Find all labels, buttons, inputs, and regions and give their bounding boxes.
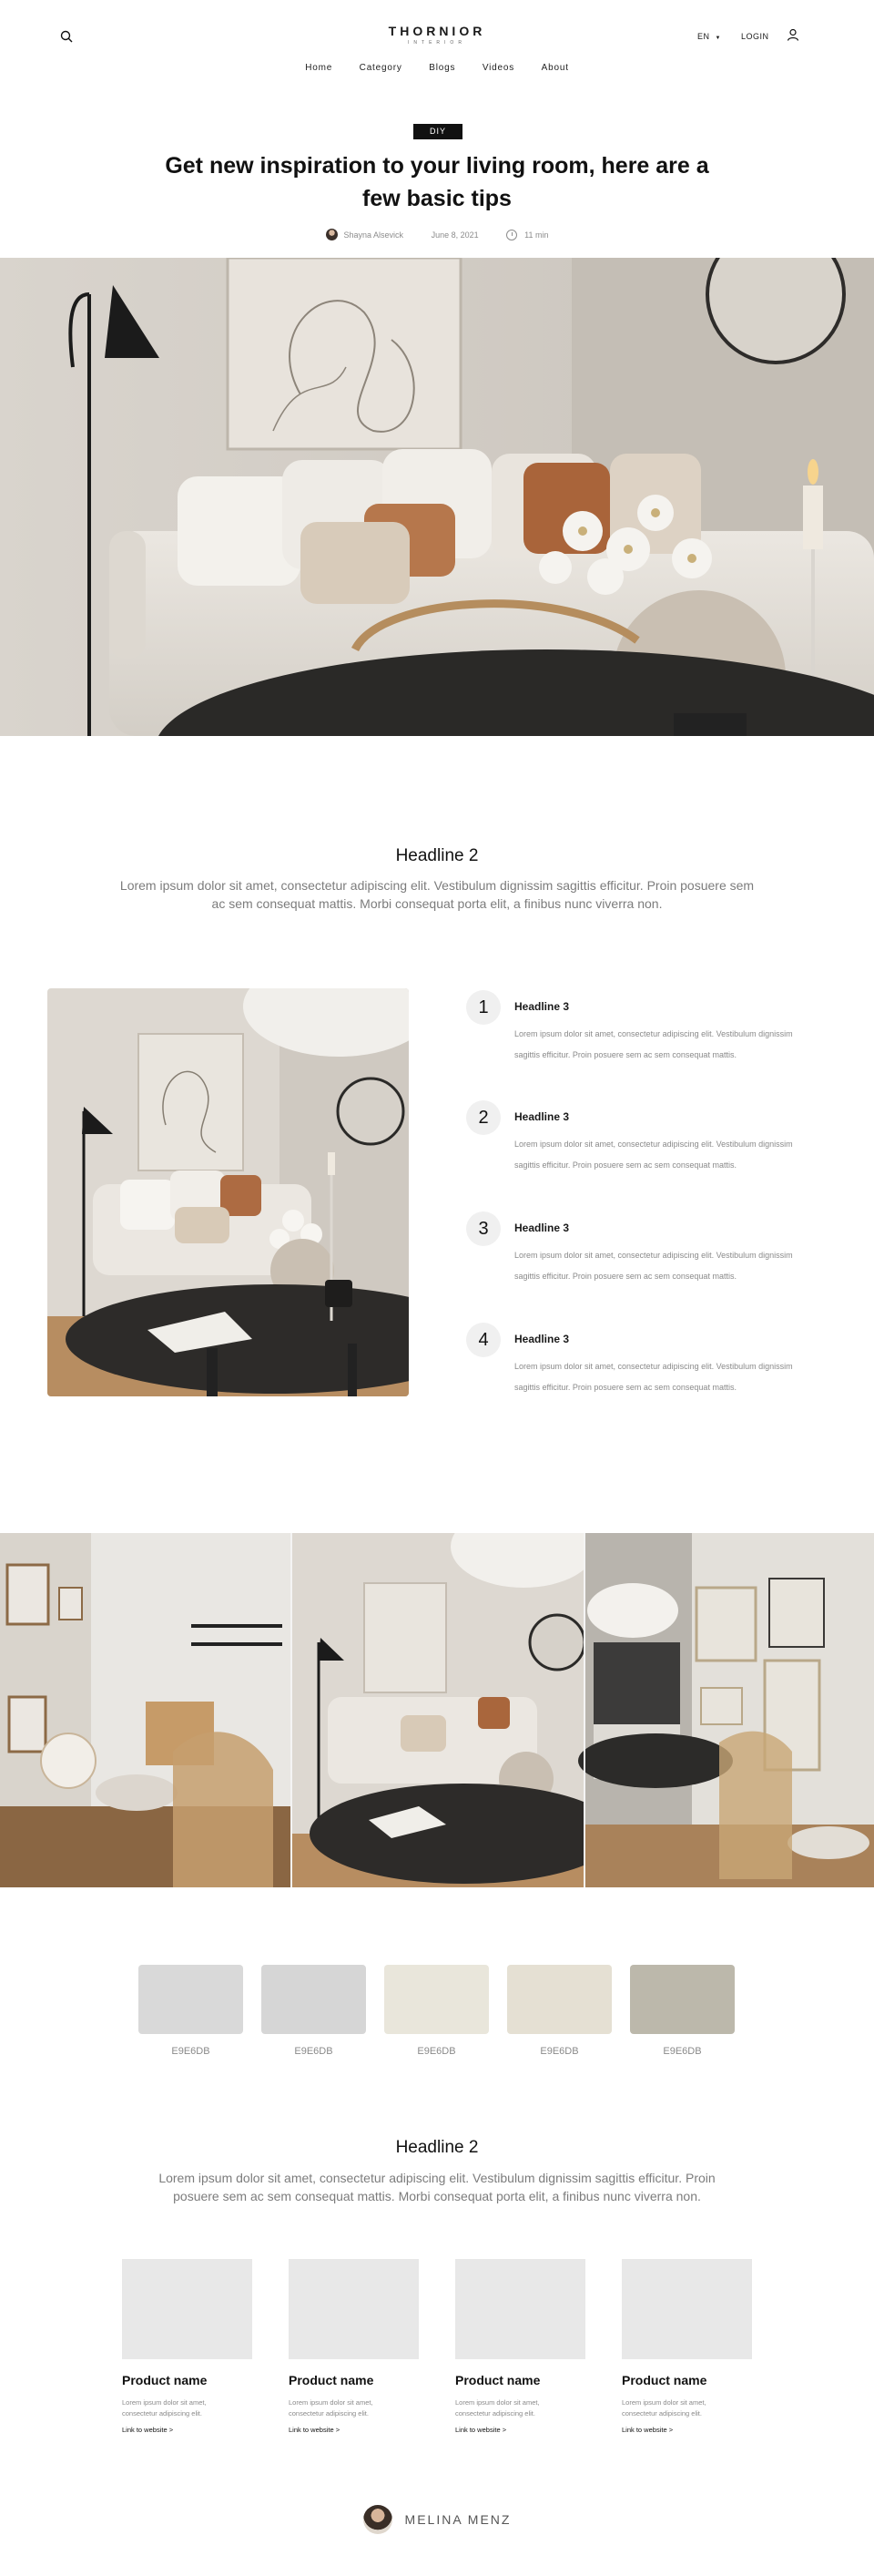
product-description: Lorem ipsum dolor sit amet, consectetur … bbox=[122, 2398, 207, 2418]
color-swatch[interactable] bbox=[138, 1965, 243, 2034]
product-image[interactable] bbox=[455, 2259, 585, 2359]
product-image[interactable] bbox=[122, 2259, 252, 2359]
section-headline: Headline 2 bbox=[395, 846, 479, 865]
product-image[interactable] bbox=[622, 2259, 752, 2359]
swatch-label: E9E6DB bbox=[663, 2046, 702, 2057]
color-swatch[interactable] bbox=[507, 1965, 612, 2034]
step-headline: Headline 3 bbox=[514, 1110, 570, 1123]
product-description: Lorem ipsum dolor sit amet, consectetur … bbox=[455, 2398, 540, 2418]
clock-icon bbox=[506, 229, 518, 240]
color-swatch[interactable] bbox=[384, 1965, 489, 2034]
step-text: Lorem ipsum dolor sit amet, consectetur … bbox=[514, 1029, 793, 1059]
article-read-time: 11 min bbox=[506, 229, 549, 240]
section-intro-text: Lorem ipsum dolor sit amet, consectetur … bbox=[119, 878, 755, 911]
step-number: 2 bbox=[466, 1100, 501, 1135]
author-name: Shayna Alsevick bbox=[343, 230, 404, 240]
nav-home[interactable]: Home bbox=[305, 63, 332, 73]
color-swatch[interactable] bbox=[261, 1965, 366, 2034]
article-date: June 8, 2021 bbox=[431, 230, 479, 240]
language-label: EN bbox=[697, 32, 710, 41]
product-link[interactable]: Link to website > bbox=[122, 2426, 173, 2434]
nav-videos[interactable]: Videos bbox=[483, 63, 514, 73]
step-headline: Headline 3 bbox=[514, 1333, 570, 1345]
language-selector[interactable]: EN ▼ bbox=[697, 32, 721, 41]
product-link[interactable]: Link to website > bbox=[455, 2426, 506, 2434]
product-image[interactable] bbox=[289, 2259, 419, 2359]
step-text: Lorem ipsum dolor sit amet, consectetur … bbox=[514, 1251, 793, 1281]
product-name: Product name bbox=[455, 2373, 541, 2387]
main-nav: Home Category Blogs Videos About bbox=[0, 63, 874, 73]
nav-blogs[interactable]: Blogs bbox=[429, 63, 455, 73]
site-header: THORNIOR INTERIOR EN ▼ LOGIN Home Catego… bbox=[0, 0, 874, 84]
author-avatar bbox=[325, 229, 338, 240]
category-badge[interactable]: DIY bbox=[413, 124, 462, 139]
hero-image bbox=[0, 258, 874, 736]
author-footer[interactable]: MELINA MENZ bbox=[0, 2505, 874, 2534]
gallery-photos bbox=[0, 1533, 874, 1887]
room-image bbox=[47, 988, 409, 1396]
article-author[interactable]: Shayna Alsevick bbox=[325, 229, 404, 240]
product-description: Lorem ipsum dolor sit amet, consectetur … bbox=[622, 2398, 706, 2418]
swatch-label: E9E6DB bbox=[417, 2046, 456, 2057]
nav-about[interactable]: About bbox=[542, 63, 569, 73]
user-icon[interactable] bbox=[787, 28, 799, 41]
chevron-down-icon: ▼ bbox=[715, 36, 721, 41]
swatch-label: E9E6DB bbox=[171, 2046, 210, 2057]
article-meta: Shayna Alsevick June 8, 2021 11 min bbox=[0, 229, 874, 240]
step-number: 1 bbox=[466, 990, 501, 1025]
nav-category[interactable]: Category bbox=[360, 63, 402, 73]
color-swatch[interactable] bbox=[630, 1965, 735, 2034]
step-headline: Headline 3 bbox=[514, 1222, 570, 1234]
dining-room-photo bbox=[47, 988, 409, 1396]
step-text: Lorem ipsum dolor sit amet, consectetur … bbox=[514, 1362, 793, 1392]
product-description: Lorem ipsum dolor sit amet, consectetur … bbox=[289, 2398, 373, 2418]
author-avatar bbox=[362, 2505, 392, 2534]
author-footer-name: MELINA MENZ bbox=[404, 2512, 512, 2527]
section-headline: Headline 2 bbox=[395, 2138, 479, 2157]
product-name: Product name bbox=[622, 2373, 707, 2387]
image-gallery bbox=[0, 1533, 874, 1887]
step-number: 4 bbox=[466, 1323, 501, 1357]
swatch-label: E9E6DB bbox=[540, 2046, 579, 2057]
section-intro-text: Lorem ipsum dolor sit amet, consectetur … bbox=[158, 2171, 716, 2203]
product-link[interactable]: Link to website > bbox=[289, 2426, 340, 2434]
swatch-label: E9E6DB bbox=[294, 2046, 333, 2057]
step-number: 3 bbox=[466, 1211, 501, 1246]
product-link[interactable]: Link to website > bbox=[622, 2426, 673, 2434]
read-time-label: 11 min bbox=[524, 230, 549, 240]
article-title: Get new inspiration to your living room,… bbox=[165, 153, 709, 211]
living-room-photo bbox=[0, 258, 874, 736]
step-headline: Headline 3 bbox=[514, 1000, 570, 1013]
login-link[interactable]: LOGIN bbox=[741, 32, 769, 41]
product-name: Product name bbox=[289, 2373, 374, 2387]
step-text: Lorem ipsum dolor sit amet, consectetur … bbox=[514, 1140, 793, 1170]
product-name: Product name bbox=[122, 2373, 208, 2387]
